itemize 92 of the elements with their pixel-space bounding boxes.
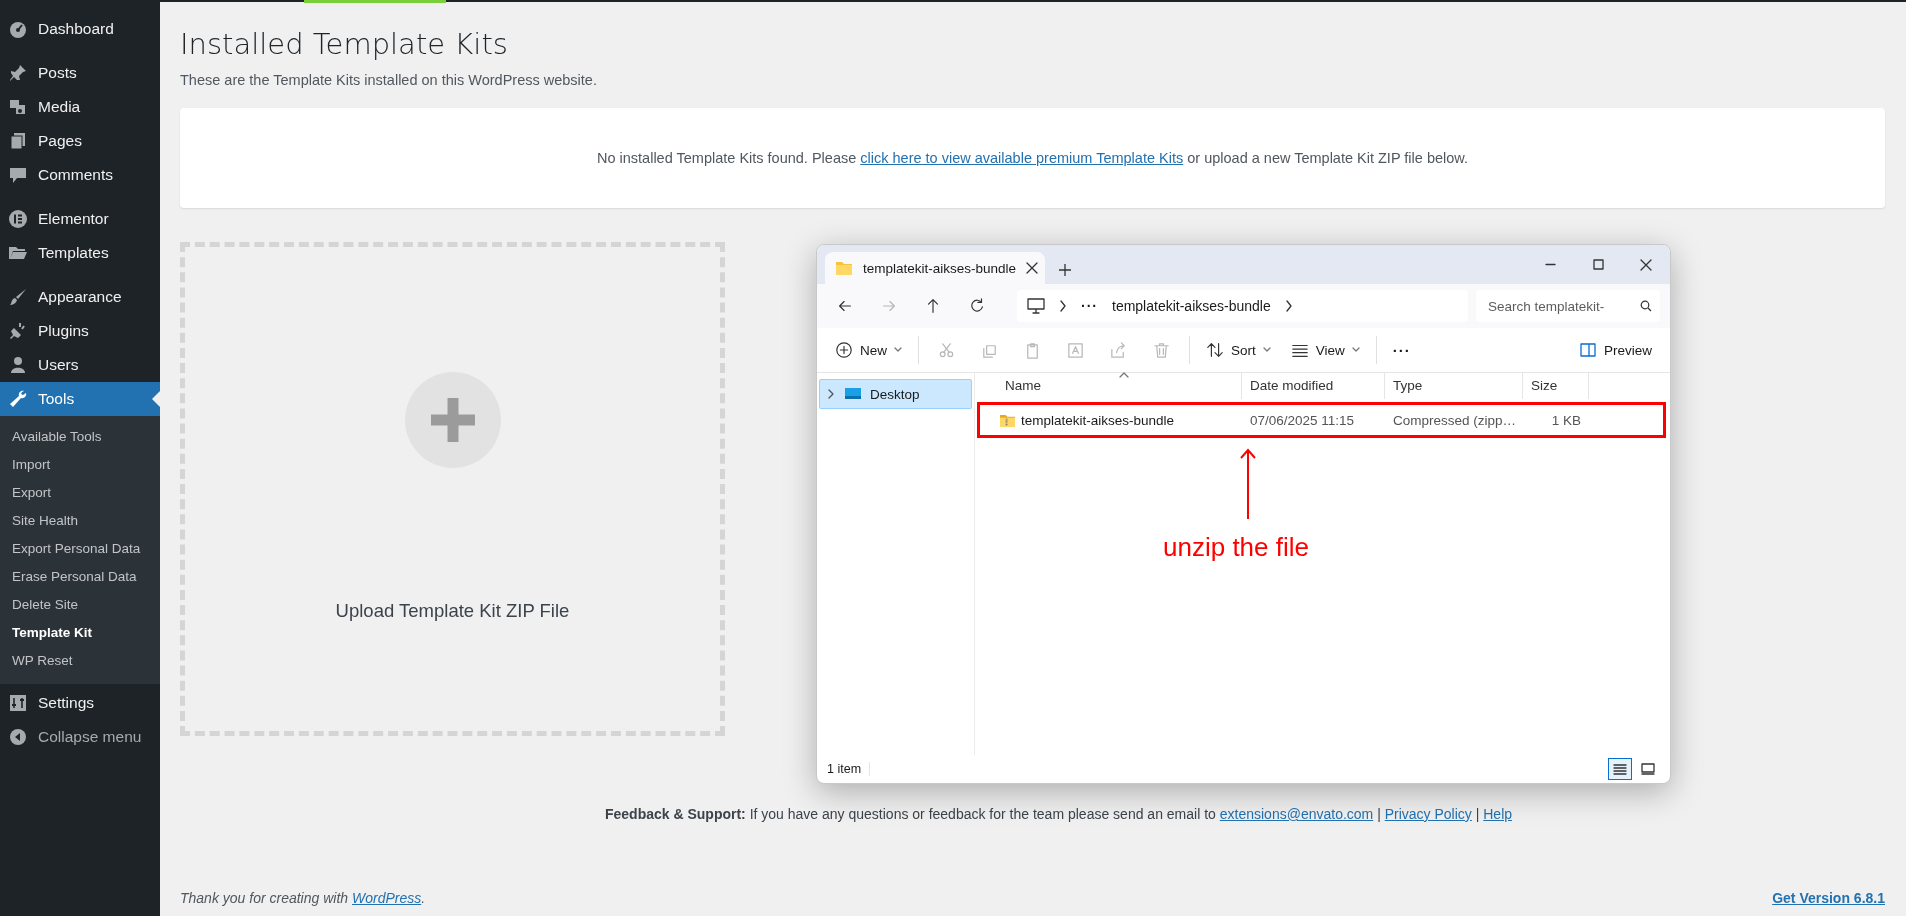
caret-icon bbox=[1351, 347, 1360, 353]
sidebar-menu-item[interactable]: Comments bbox=[0, 158, 160, 192]
sort-arrows-icon bbox=[1206, 341, 1224, 359]
column-header[interactable]: Size bbox=[1523, 373, 1589, 399]
submenu-item[interactable]: Import bbox=[0, 451, 160, 479]
sidebar-menu-item[interactable]: Settings bbox=[0, 686, 160, 720]
footer-link[interactable]: extensions@envato.com bbox=[1219, 806, 1374, 822]
submenu-item[interactable]: Erase Personal Data bbox=[0, 563, 160, 591]
folder-icon bbox=[835, 260, 853, 276]
new-button[interactable]: New bbox=[827, 334, 910, 366]
search-field[interactable]: Search templatekit- bbox=[1476, 290, 1660, 322]
page-title: Installed Template Kits bbox=[180, 26, 509, 63]
credit-text: Thank you for creating with WordPress. bbox=[180, 890, 426, 906]
notice-text: No installed Template Kits found. Please click here to view available premium Template Kits or upload a new Template Kit ZIP file below. bbox=[597, 150, 1468, 166]
speech-bubble-icon bbox=[8, 165, 28, 185]
wrench-icon bbox=[8, 389, 28, 409]
submenu-item[interactable]: Export Personal Data bbox=[0, 535, 160, 563]
chevron-right-icon bbox=[1284, 300, 1293, 312]
annotation-arrow bbox=[1238, 448, 1258, 520]
tile-icon bbox=[1641, 763, 1655, 775]
status-text: 1 item bbox=[827, 762, 871, 776]
more-options-button[interactable]: ··· bbox=[1384, 334, 1419, 366]
file-name[interactable]: templatekit-aikses-bundle bbox=[997, 412, 1242, 428]
chevron-icon[interactable] bbox=[826, 389, 836, 399]
breadcrumb-item[interactable]: templatekit-aikses-bundle bbox=[1112, 298, 1271, 314]
sort-button[interactable]: Sort bbox=[1198, 334, 1279, 366]
submenu-item[interactable]: Available Tools bbox=[0, 423, 160, 451]
template-kits-link[interactable]: click here to view available premium Template Kits bbox=[860, 150, 1184, 166]
file-size: 1 KB bbox=[1550, 412, 1582, 428]
page-subtitle: These are the Template Kits installed on this WordPress website. bbox=[180, 72, 598, 88]
submenu-item[interactable]: Site Health bbox=[0, 507, 160, 535]
submenu-item[interactable]: Delete Site bbox=[0, 591, 160, 619]
monitor-icon bbox=[1027, 298, 1045, 314]
sidebar-menu-item[interactable]: Plugins bbox=[0, 314, 160, 348]
sidebar-menu-item[interactable]: Templates bbox=[0, 236, 160, 270]
person-icon bbox=[8, 355, 28, 375]
sort-caret-icon bbox=[1119, 372, 1129, 378]
close-tab-icon[interactable] bbox=[1026, 262, 1039, 274]
explorer-tab[interactable]: templatekit-aikses-bundle bbox=[825, 252, 1045, 284]
submenu-item[interactable]: Export bbox=[0, 479, 160, 507]
gauge-icon bbox=[8, 19, 28, 39]
version-link[interactable]: Get Version 6.8.1 bbox=[1772, 890, 1885, 906]
sliders-icon bbox=[8, 693, 28, 713]
sidebar-menu-item[interactable]: Elementor bbox=[0, 202, 160, 236]
annotation-text: unzip the file bbox=[1163, 532, 1309, 563]
upload-label: Upload Template Kit ZIP File bbox=[335, 600, 570, 622]
left-arrow-circle-icon bbox=[8, 727, 28, 747]
footer-link[interactable]: Help bbox=[1483, 806, 1513, 822]
footer-link[interactable]: Privacy Policy bbox=[1384, 806, 1472, 822]
column-header[interactable]: Date modified bbox=[1242, 373, 1385, 399]
maximize-icon[interactable] bbox=[1592, 259, 1604, 270]
sidebar-menu-item[interactable]: Media bbox=[0, 90, 160, 124]
zip-folder-icon bbox=[999, 412, 1016, 428]
sidebar-menu-item[interactable]: Posts bbox=[0, 56, 160, 90]
close-icon[interactable] bbox=[1640, 258, 1652, 271]
column-header[interactable]: Type bbox=[1385, 373, 1523, 399]
media-icon bbox=[8, 97, 28, 117]
submenu-item[interactable]: Template Kit bbox=[0, 619, 160, 647]
upload-dropzone[interactable]: Upload Template Kit ZIP File bbox=[180, 242, 725, 736]
search-icon bbox=[1640, 300, 1652, 312]
caret-icon bbox=[894, 347, 902, 353]
caret-icon bbox=[1262, 347, 1271, 353]
feedback-text: Feedback & Support: If you have any questions or feedback for the team please send an email to extensions@envato.com | Privacy Policy | Help bbox=[603, 806, 1514, 822]
preview-button[interactable]: Preview bbox=[1571, 334, 1660, 366]
plus-circle-icon bbox=[404, 372, 501, 468]
plus-circle-icon bbox=[835, 341, 853, 359]
circle-e-icon bbox=[8, 209, 28, 229]
sidebar-menu-item[interactable]: Collapse menu bbox=[0, 720, 160, 754]
sidebar-menu-item[interactable]: Users bbox=[0, 348, 160, 382]
plug-icon bbox=[8, 321, 28, 341]
column-header[interactable]: Name bbox=[997, 373, 1242, 399]
submenu-item[interactable]: WP Reset bbox=[0, 647, 160, 675]
refresh-icon[interactable] bbox=[968, 297, 986, 315]
monitor-icon bbox=[844, 387, 862, 401]
file-type: Compressed (zipp… bbox=[1392, 412, 1518, 428]
sidebar-menu-item[interactable]: Tools bbox=[0, 382, 160, 416]
pushpin-icon bbox=[8, 63, 28, 83]
list-icon bbox=[1613, 763, 1627, 775]
details-view-toggle[interactable] bbox=[1608, 758, 1632, 780]
paintbrush-icon bbox=[8, 287, 28, 307]
sidebar-menu-item[interactable]: Pages bbox=[0, 124, 160, 158]
chevron-right-icon bbox=[1059, 300, 1067, 312]
new-tab-icon[interactable] bbox=[1059, 264, 1071, 276]
address-bar[interactable]: ··· templatekit-aikses-bundle bbox=[1017, 290, 1468, 322]
pages-icon bbox=[8, 131, 28, 151]
sidebar-menu-item[interactable]: Dashboard bbox=[0, 12, 160, 46]
preview-pane-icon bbox=[1579, 342, 1597, 358]
nav-pane-item[interactable]: Desktop bbox=[819, 379, 972, 409]
sidebar-menu-item[interactable]: Appearance bbox=[0, 280, 160, 314]
breadcrumb-overflow[interactable]: ··· bbox=[1081, 298, 1098, 314]
view-button[interactable]: View bbox=[1282, 334, 1368, 366]
date-modified: 07/06/2025 11:15 bbox=[1249, 412, 1356, 428]
